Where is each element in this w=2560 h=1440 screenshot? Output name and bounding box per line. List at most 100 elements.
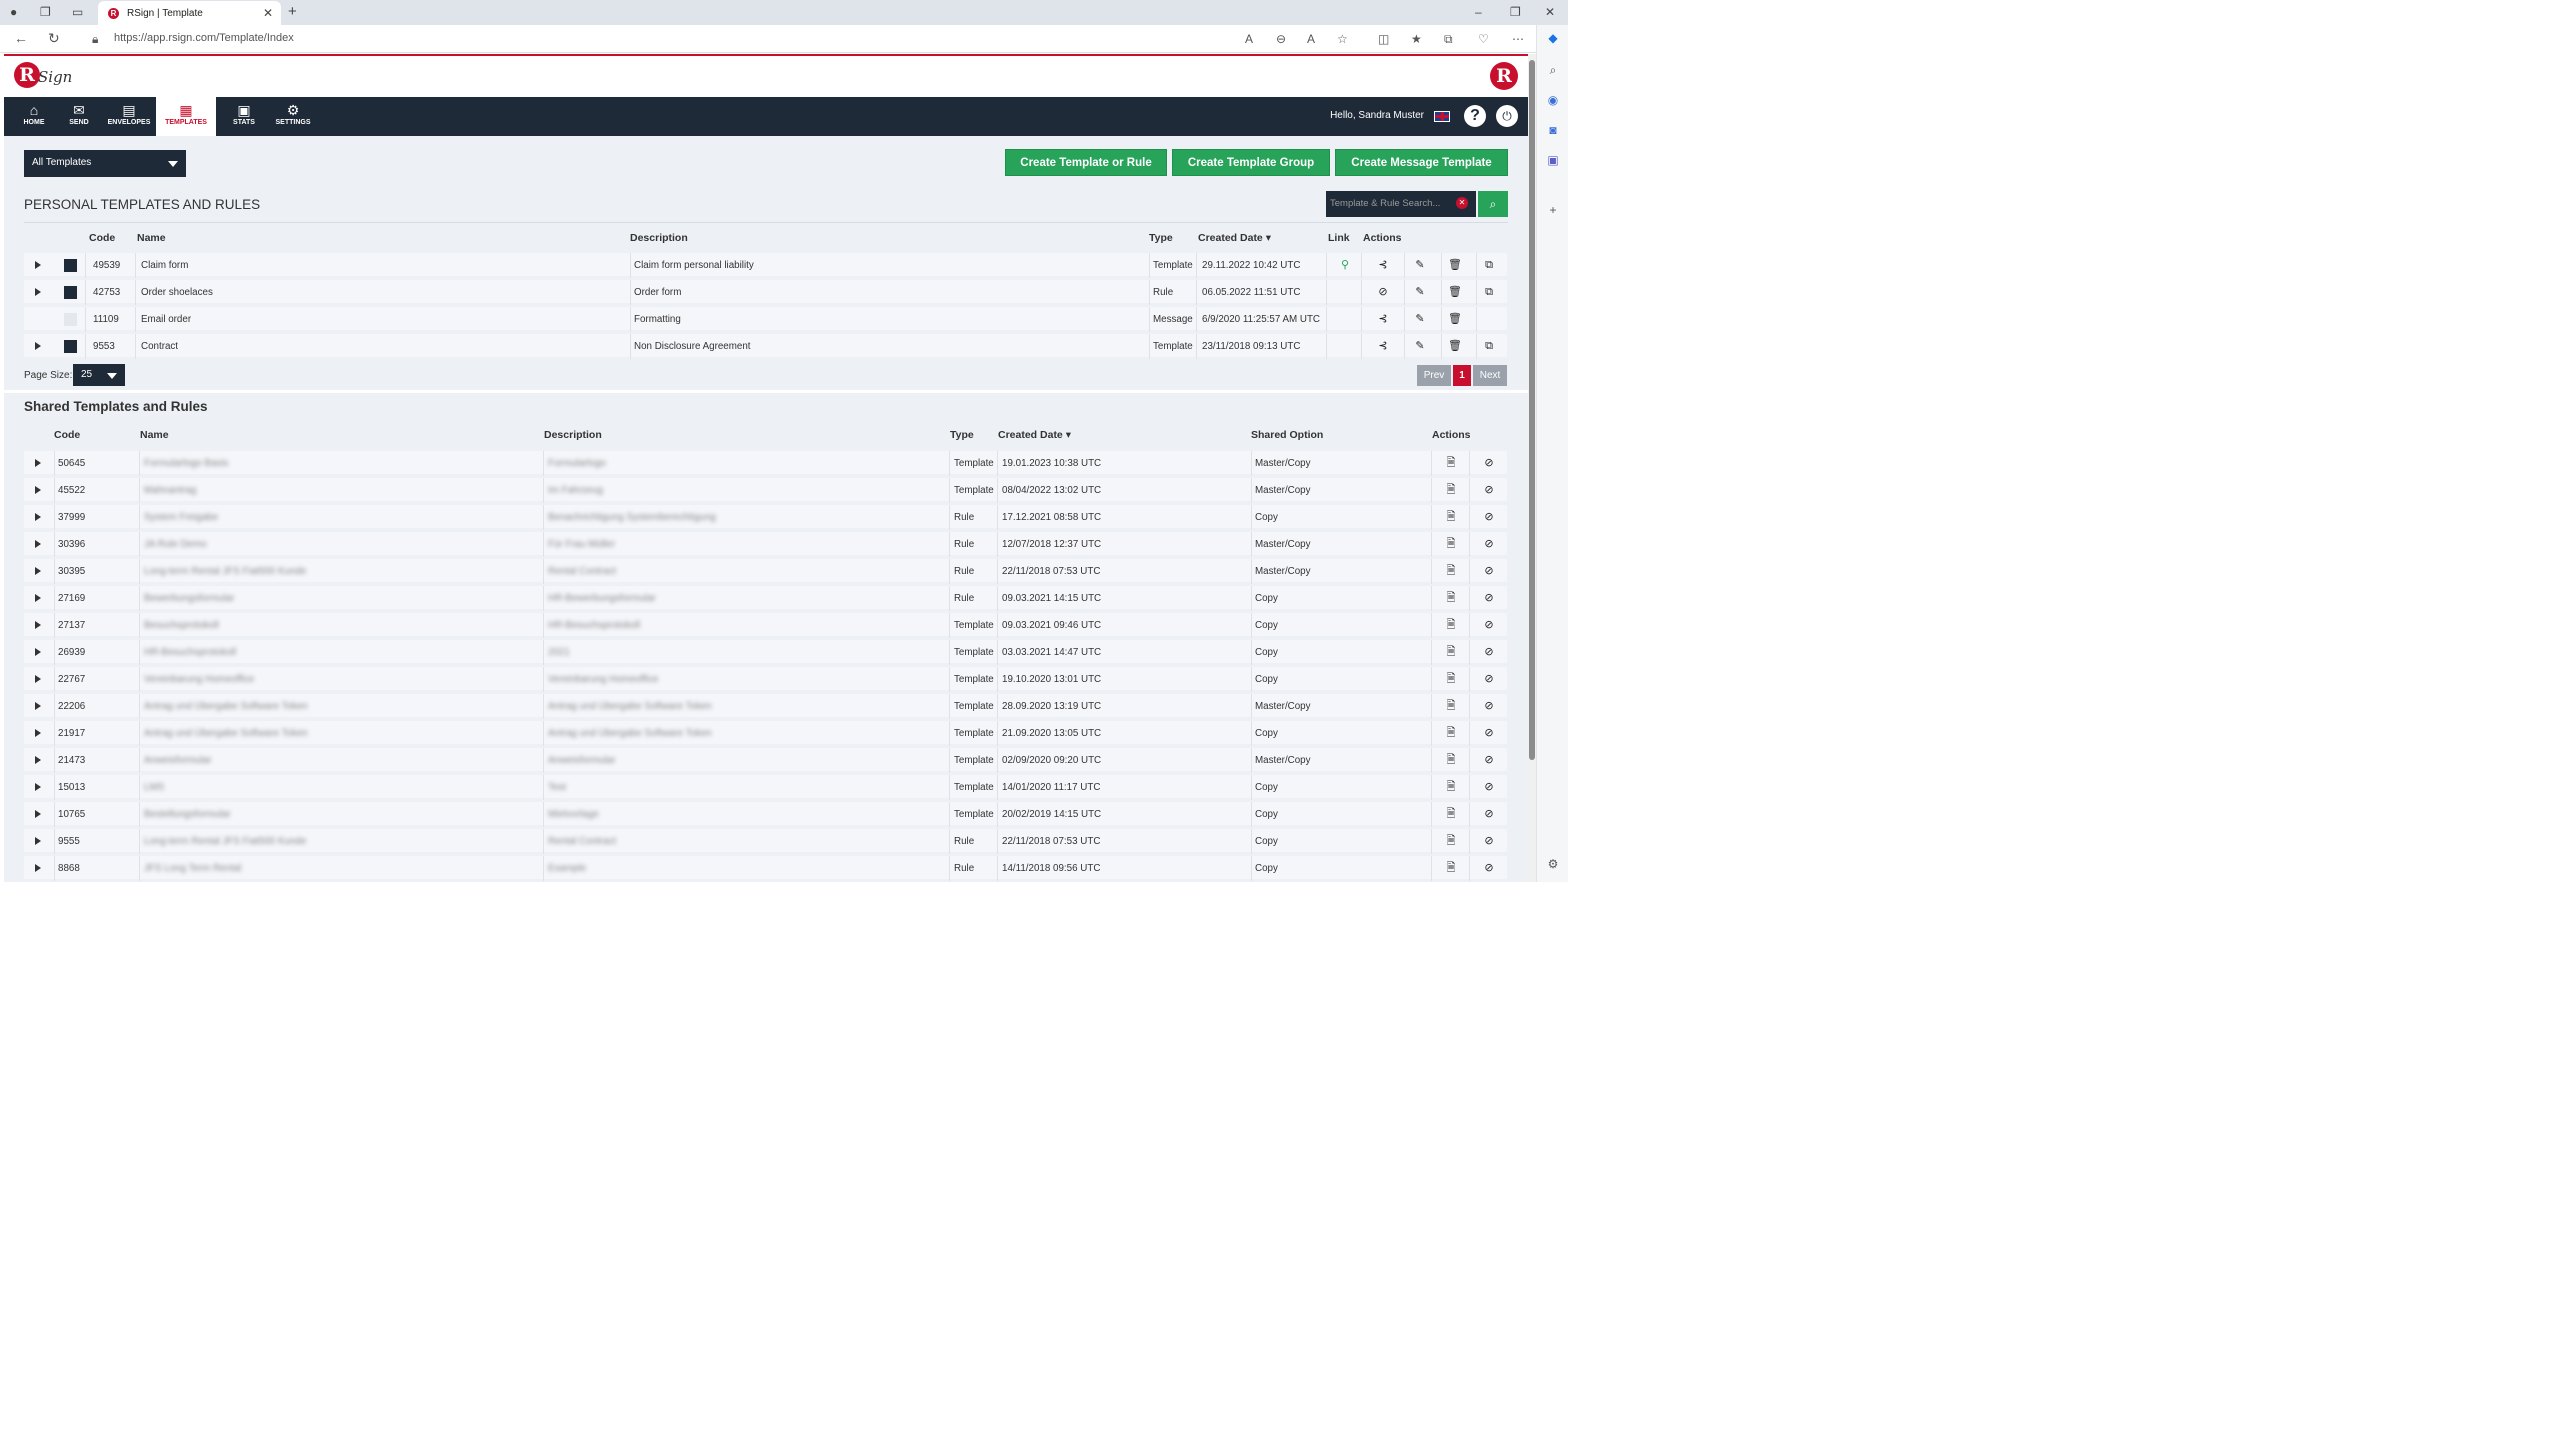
shared-table-row[interactable]: 9555 Long-term Rental JFS Fiat500 Kunde Re… [24, 829, 1507, 854]
document-icon[interactable]: 🗎︎ [1443, 532, 1459, 557]
nav-envelopes[interactable]: ▤ ENVELOPES [102, 97, 156, 136]
delete-icon[interactable]: 🗑︎ [1447, 334, 1463, 359]
shared-table-row[interactable]: 50645 Formularlogo Basis Formularlogo Templ… [24, 451, 1507, 476]
edit-icon[interactable]: ✎ [1412, 253, 1428, 278]
favorite-star-icon[interactable]: ☆ [1337, 32, 1348, 46]
expand-row-icon[interactable] [35, 288, 41, 296]
unshare-icon[interactable]: ⊘ [1481, 694, 1497, 719]
close-tab-icon[interactable]: ✕ [263, 6, 273, 20]
expand-row-icon[interactable] [35, 837, 41, 845]
tab-actions-icon[interactable]: ▭ [72, 5, 83, 19]
unshare-icon[interactable]: ⊘ [1375, 280, 1391, 305]
expand-row-icon[interactable] [35, 540, 41, 548]
copy-icon[interactable]: ⧉ [1481, 334, 1497, 359]
edit-icon[interactable]: ✎ [1412, 307, 1428, 332]
shared-col-shared-option[interactable]: Shared Option [1251, 429, 1323, 441]
zoom-icon[interactable]: ⊖ [1276, 32, 1286, 46]
edit-icon[interactable]: ✎ [1412, 334, 1428, 359]
row-checkbox[interactable] [64, 286, 77, 299]
shared-col-code[interactable]: Code [54, 429, 80, 441]
col-name[interactable]: Name [137, 232, 166, 244]
close-window-icon[interactable]: ✕ [1545, 5, 1555, 19]
expand-row-icon[interactable] [35, 864, 41, 872]
shared-table-row[interactable]: 22767 Vereinbarung Homeoffice Vereinbarung… [24, 667, 1507, 692]
copilot-icon[interactable]: ◆ [1545, 31, 1561, 47]
document-icon[interactable]: 🗎︎ [1443, 694, 1459, 719]
share-icon[interactable]: ⊰ [1375, 307, 1391, 332]
expand-row-icon[interactable] [35, 594, 41, 602]
translate-icon[interactable]: A [1245, 32, 1253, 46]
document-icon[interactable]: 🗎︎ [1443, 640, 1459, 665]
new-tab-icon[interactable]: + [288, 3, 297, 20]
delete-icon[interactable]: 🗑︎ [1447, 253, 1463, 278]
expand-row-icon[interactable] [35, 648, 41, 656]
search-button[interactable]: ⌕ [1478, 191, 1508, 217]
shared-table-row[interactable]: 30395 Long-term Rental JFS Fiat500 Kunde R… [24, 559, 1507, 584]
shared-table-row[interactable]: 37999 System Freigabe Benachrichtigung Sys… [24, 505, 1507, 530]
back-icon[interactable]: ← [14, 30, 28, 46]
unshare-icon[interactable]: ⊘ [1481, 559, 1497, 584]
copy-icon[interactable]: ⧉ [1481, 253, 1497, 278]
outlook-icon[interactable]: ◙ [1545, 123, 1561, 139]
help-button[interactable]: ? [1464, 105, 1486, 127]
share-icon[interactable]: ⊰ [1375, 334, 1391, 359]
shopping-icon[interactable]: ◉ [1545, 93, 1561, 109]
table-row[interactable]: 9553 Contract Non Disclosure Agreement Temp… [24, 334, 1507, 359]
unshare-icon[interactable]: ⊘ [1481, 775, 1497, 800]
document-icon[interactable]: 🗎︎ [1443, 775, 1459, 800]
page-1-button[interactable]: 1 [1453, 365, 1471, 386]
col-created-date[interactable]: Created Date ▾ [1198, 232, 1271, 244]
expand-row-icon[interactable] [35, 621, 41, 629]
col-description[interactable]: Description [630, 232, 688, 244]
refresh-icon[interactable]: ↻ [48, 30, 60, 47]
unshare-icon[interactable]: ⊘ [1481, 802, 1497, 827]
expand-row-icon[interactable] [35, 513, 41, 521]
col-code[interactable]: Code [89, 232, 115, 244]
unshare-icon[interactable]: ⊘ [1481, 478, 1497, 503]
nav-settings[interactable]: ⚙ SETTINGS [260, 97, 326, 136]
more-icon[interactable]: ⋯ [1512, 32, 1524, 46]
document-icon[interactable]: 🗎︎ [1443, 559, 1459, 584]
shared-table-row[interactable]: 45522 Mahnantrag Im Fahrzeug Template 08/04/… [24, 478, 1507, 503]
row-checkbox[interactable] [64, 259, 77, 272]
unshare-icon[interactable]: ⊘ [1481, 505, 1497, 530]
expand-row-icon[interactable] [35, 729, 41, 737]
shared-col-created-date[interactable]: Created Date ▾ [998, 429, 1071, 441]
shared-table-row[interactable]: 27137 Besuchsprotokoll HR-Besuchsprotokoll… [24, 613, 1507, 638]
collections-icon[interactable]: ⧉ [1444, 32, 1453, 47]
table-row[interactable]: 49539 Claim form Claim form personal liabi… [24, 253, 1507, 278]
col-type[interactable]: Type [1149, 232, 1173, 244]
nav-send[interactable]: ✉ SEND [56, 97, 102, 136]
extensions-icon[interactable]: ♡ [1478, 32, 1489, 46]
expand-row-icon[interactable] [35, 261, 41, 269]
add-sidebar-app-icon[interactable]: + [1545, 203, 1561, 219]
unshare-icon[interactable]: ⊘ [1481, 667, 1497, 692]
unshare-icon[interactable]: ⊘ [1481, 613, 1497, 638]
delete-icon[interactable]: 🗑︎ [1447, 307, 1463, 332]
language-flag-icon[interactable] [1434, 111, 1450, 122]
edit-icon[interactable]: ✎ [1412, 280, 1428, 305]
template-filter-select[interactable]: All Templates [24, 150, 186, 177]
shared-table-row[interactable]: 26939 HR-Besuchsprotokoll 2021 Template 03.0… [24, 640, 1507, 665]
shared-col-type[interactable]: Type [950, 429, 974, 441]
nav-home[interactable]: ⌂ HOME [4, 97, 64, 136]
shared-table-row[interactable]: 15013 LMS Test Template 14/01/2020 11:17 UTC… [24, 775, 1507, 800]
favorites-icon[interactable]: ★ [1411, 32, 1422, 46]
shared-table-row[interactable]: 22206 Antrag und Übergabe Software Token A… [24, 694, 1507, 719]
document-icon[interactable]: 🗎︎ [1443, 613, 1459, 638]
expand-row-icon[interactable] [35, 342, 41, 350]
expand-row-icon[interactable] [35, 567, 41, 575]
link-icon[interactable]: ⚲ [1337, 253, 1353, 278]
logout-button[interactable]: ⏻ [1496, 105, 1518, 127]
sidebar-settings-icon[interactable]: ⚙ [1545, 857, 1561, 873]
document-icon[interactable]: 🗎︎ [1443, 748, 1459, 773]
template-search-input[interactable]: Template & Rule Search... [1326, 191, 1476, 217]
shared-table-row[interactable]: 30396 JA Rule Demo Für Frau Müller Rule 12/0… [24, 532, 1507, 557]
minimize-icon[interactable]: – [1475, 5, 1482, 19]
document-icon[interactable]: 🗎︎ [1443, 721, 1459, 746]
expand-row-icon[interactable] [35, 459, 41, 467]
unshare-icon[interactable]: ⊘ [1481, 586, 1497, 611]
split-screen-icon[interactable]: ◫ [1378, 32, 1389, 46]
page-scrollbar-thumb[interactable] [1529, 60, 1535, 760]
read-aloud-icon[interactable]: A [1307, 32, 1315, 46]
